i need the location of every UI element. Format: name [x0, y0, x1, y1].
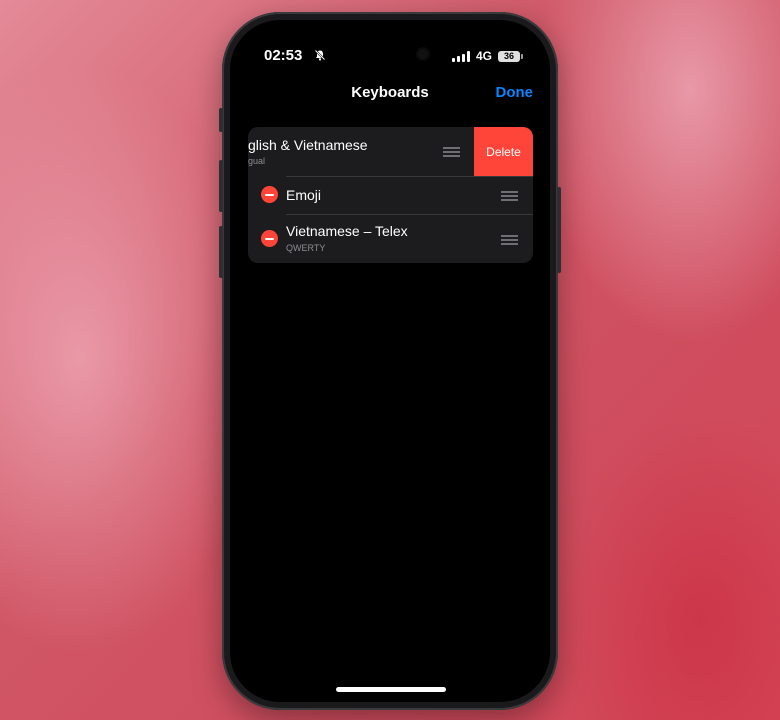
keyboards-list: glish & Vietnamese gual Delete Emoji Vie…: [248, 127, 533, 263]
status-time: 02:53: [264, 47, 303, 64]
keyboard-subtitle: gual: [248, 156, 266, 166]
dynamic-island: [348, 39, 444, 69]
remove-icon[interactable]: [261, 230, 278, 247]
reorder-icon[interactable]: [443, 147, 460, 157]
keyboard-subtitle: QWERTY: [286, 243, 326, 253]
keyboard-name: Emoji: [286, 187, 322, 203]
delete-button[interactable]: Delete: [474, 127, 533, 176]
keyboard-name: glish & Vietnamese: [248, 137, 368, 153]
reorder-icon[interactable]: [501, 191, 518, 201]
screen: 02:53 4G 36 Keyboards Done glish & Vietn…: [230, 20, 550, 702]
home-indicator[interactable]: [336, 687, 446, 692]
remove-icon[interactable]: [261, 186, 278, 203]
network-type: 4G: [475, 49, 492, 63]
camera-icon: [418, 49, 428, 59]
action-button: [219, 108, 223, 132]
bell-slash-icon: [314, 49, 326, 61]
signal-icon: [451, 50, 470, 62]
list-item[interactable]: Emoji: [248, 176, 533, 214]
power-button: [557, 187, 561, 273]
done-button[interactable]: Done: [496, 84, 534, 101]
volume-up-button: [219, 160, 223, 212]
reorder-icon[interactable]: [501, 235, 518, 245]
phone-frame: 02:53 4G 36 Keyboards Done glish & Vietn…: [219, 12, 561, 710]
keyboard-name: Vietnamese – Telex: [286, 223, 408, 239]
list-item[interactable]: Vietnamese – Telex QWERTY: [248, 214, 533, 263]
battery-icon: 36: [498, 50, 523, 62]
volume-down-button: [219, 226, 223, 278]
list-item[interactable]: glish & Vietnamese gual Delete: [248, 127, 533, 176]
status-indicators: 4G 36: [451, 49, 523, 63]
